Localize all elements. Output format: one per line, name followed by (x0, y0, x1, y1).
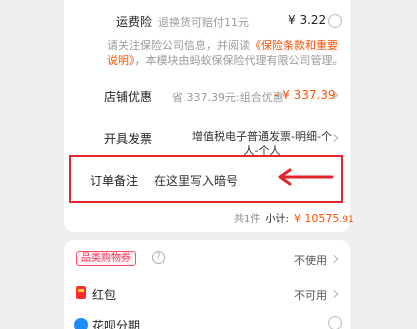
red-packet-label: 红包 (92, 288, 117, 302)
subtotal-decimal: .91 (339, 215, 354, 225)
item-count: 共1件 (234, 214, 261, 225)
shipping-insurance-price: ¥ 3.22 (288, 13, 327, 27)
insurance-notice: 请关注保险公司信息，并阅读《保险条款和重要说明》，本模块由蚂蚁保保险代理有限公司… (107, 38, 345, 68)
help-icon[interactable]: ? (152, 251, 165, 264)
notice-text-after: ，本模块由蚂蚁保保险代理有限公司管理。 (134, 54, 344, 67)
arrow-left-icon (278, 168, 334, 186)
subtotal-label: 小计: (265, 214, 289, 225)
subtotal-row: 共1件 小计: ¥ 10575.91 (234, 207, 354, 226)
huabei-radio[interactable] (328, 316, 342, 329)
shipping-insurance-label: 运费险 (116, 15, 153, 29)
coupon-value: 不使用 (294, 254, 327, 267)
store-discount-value: - ¥ 337.39 (274, 88, 336, 102)
invoice-label: 开具发票 (104, 132, 153, 146)
huabei-icon (74, 318, 88, 329)
order-note-input[interactable]: 在这里写入暗号 (154, 172, 238, 189)
red-packet-icon (76, 286, 86, 299)
coupon-badge: 品类购物券 (76, 251, 136, 266)
subtotal-value: ¥ 10575 (293, 212, 340, 225)
store-discount-desc: 省 337.39元:组合优惠 (172, 91, 284, 104)
shipping-insurance-desc: 退换货可赔付11元 (158, 16, 249, 29)
shipping-insurance-radio[interactable] (328, 14, 342, 28)
store-discount-label: 店铺优惠 (104, 90, 153, 104)
huabei-label: 花呗分期 (92, 319, 141, 329)
red-packet-value: 不可用 (294, 289, 327, 302)
order-note-label: 订单备注 (90, 174, 139, 188)
invoice-value: 增值税电子普通发票-明细-个人-个人 (192, 130, 332, 157)
notice-text-before: 请关注保险公司信息，并阅读 (107, 39, 250, 52)
